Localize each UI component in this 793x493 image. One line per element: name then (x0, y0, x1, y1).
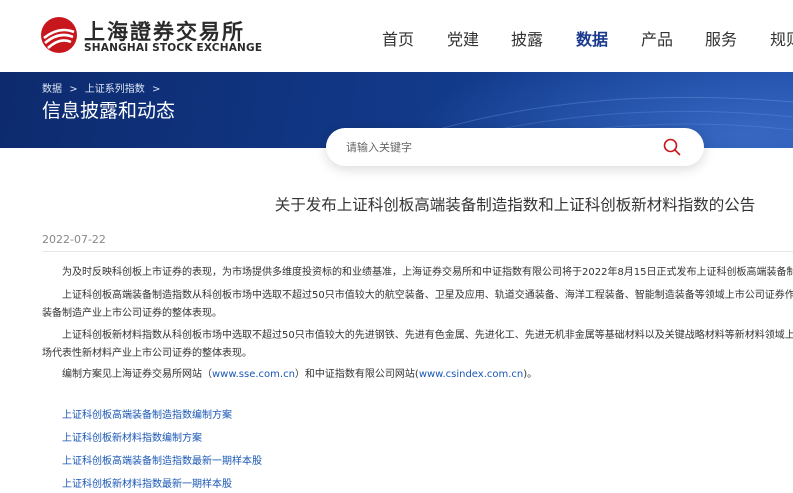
search-box (326, 128, 704, 166)
page-title: 信息披露和动态 (42, 100, 176, 122)
breadcrumb-item-sse-indices[interactable]: 上证系列指数 (85, 84, 145, 95)
doc-link-new-materials-methodology[interactable]: 上证科创板新材料指数编制方案 (62, 429, 202, 444)
breadcrumb-item-data[interactable]: 数据 (42, 84, 62, 95)
paragraph-2-line-1: 上证科创板高端装备制造指数从科创板市场中选取不超过50只市值较大的航空装备、卫星… (62, 290, 793, 301)
paragraph-3: 上证科创板新材料指数从科创板市场中选取不超过50只市值较大的先进钢铁、先进有色金… (42, 327, 793, 363)
paragraph-3-line-1: 上证科创板新材料指数从科创板市场中选取不超过50只市值较大的先进钢铁、先进有色金… (62, 330, 793, 341)
search-input[interactable] (346, 138, 646, 156)
article-title: 关于发布上证科创板高端装备制造指数和上证科创板新材料指数的公告 (274, 196, 756, 214)
site-header: 上海證券交易所 SHANGHAI STOCK EXCHANGE 首页 党建 披露… (0, 0, 793, 72)
doc-link-hi-end-equipment-constituents[interactable]: 上证科创板高端装备制造指数最新一期样本股 (62, 452, 262, 467)
paragraph-2: 上证科创板高端装备制造指数从科创板市场中选取不超过50只市值较大的航空装备、卫星… (42, 287, 793, 323)
article-date: 2022-07-22 (42, 233, 106, 246)
search-icon[interactable] (662, 137, 682, 157)
nav-party[interactable]: 党建 (447, 26, 479, 50)
logo-english-name: SHANGHAI STOCK EXCHANGE (84, 42, 263, 54)
nav-rules[interactable]: 规则 (770, 26, 793, 50)
breadcrumb-separator: > (69, 84, 78, 95)
paragraph-4: 编制方案见上海证券交易所网站（www.sse.com.cn）和中证指数有限公司网… (42, 366, 537, 384)
nav-disclosure[interactable]: 披露 (511, 26, 543, 50)
sse-website-link[interactable]: www.sse.com.cn (212, 369, 295, 380)
sse-logo-icon (41, 17, 77, 53)
paragraph-4-prefix: 编制方案见上海证券交易所网站（ (62, 369, 212, 380)
nav-services[interactable]: 服务 (705, 26, 737, 50)
paragraph-2-line-2: 装备制造产业上市公司证券的整体表现。 (42, 308, 222, 319)
doc-link-hi-end-equipment-methodology[interactable]: 上证科创板高端装备制造指数编制方案 (62, 406, 232, 421)
paragraph-1: 为及时反映科创板上市证券的表现，为市场提供多维度投资标的和业绩基准，上海证券交易… (42, 264, 793, 282)
paragraph-3-line-2: 场代表性新材料产业上市公司证券的整体表现。 (42, 348, 252, 359)
sse-logo[interactable]: 上海證券交易所 SHANGHAI STOCK EXCHANGE (40, 16, 262, 58)
paragraph-4-suffix: )。 (523, 369, 538, 380)
csindex-website-link[interactable]: www.csindex.com.cn (419, 369, 523, 380)
breadcrumb: 数据 > 上证系列指数 > (42, 80, 164, 95)
divider (42, 251, 793, 252)
nav-data[interactable]: 数据 (576, 26, 608, 50)
breadcrumb-separator: > (151, 84, 161, 95)
nav-products[interactable]: 产品 (641, 26, 673, 50)
paragraph-1-text: 为及时反映科创板上市证券的表现，为市场提供多维度投资标的和业绩基准，上海证券交易… (62, 267, 793, 278)
paragraph-4-mid: ）和中证指数有限公司网站( (294, 369, 419, 380)
doc-link-new-materials-constituents[interactable]: 上证科创板新材料指数最新一期样本股 (62, 475, 232, 490)
nav-home[interactable]: 首页 (382, 26, 414, 50)
